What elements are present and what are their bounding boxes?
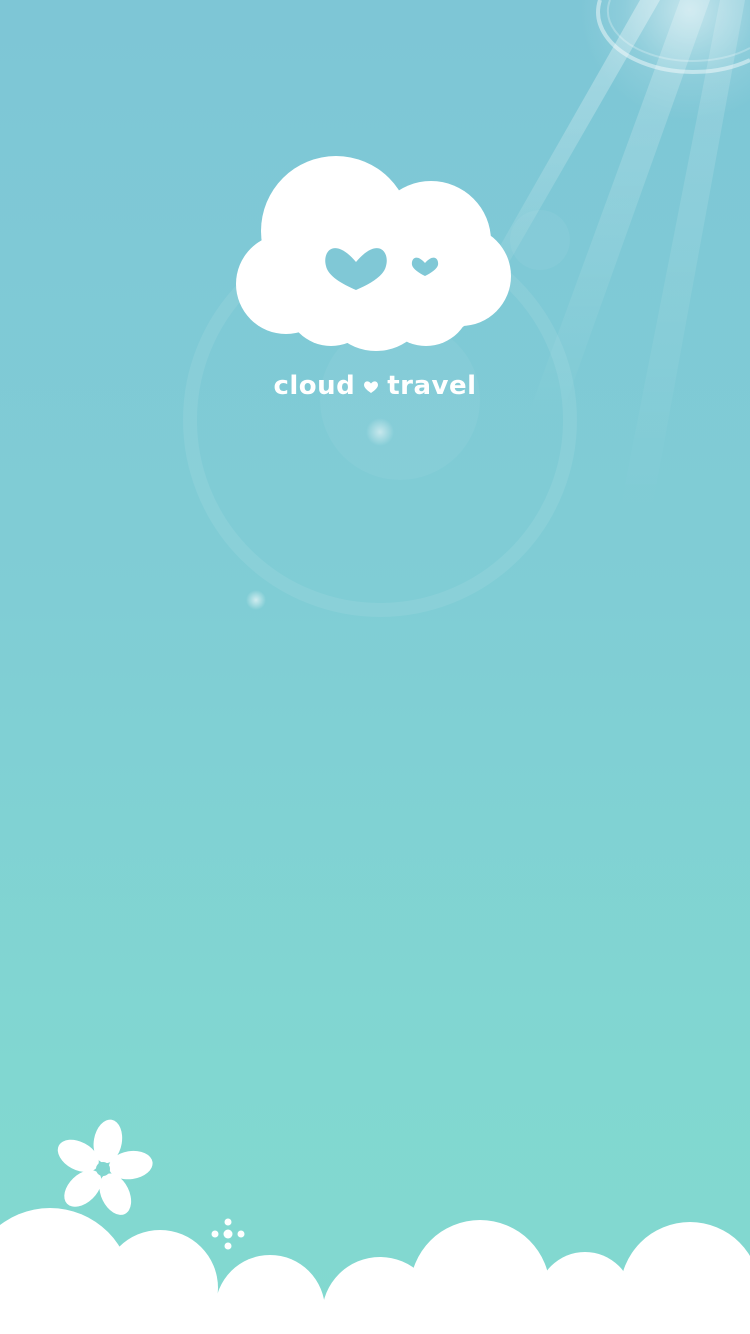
splash-screen: cloud travel [0, 0, 750, 1334]
app-name-part-travel: travel [387, 371, 477, 401]
app-name-part-cloud: cloud [273, 371, 356, 401]
bottom-cloud-border [0, 1208, 750, 1334]
app-name: cloud travel [200, 366, 550, 406]
heart-icon [364, 381, 379, 393]
cloud-with-hearts-icon [236, 156, 511, 351]
